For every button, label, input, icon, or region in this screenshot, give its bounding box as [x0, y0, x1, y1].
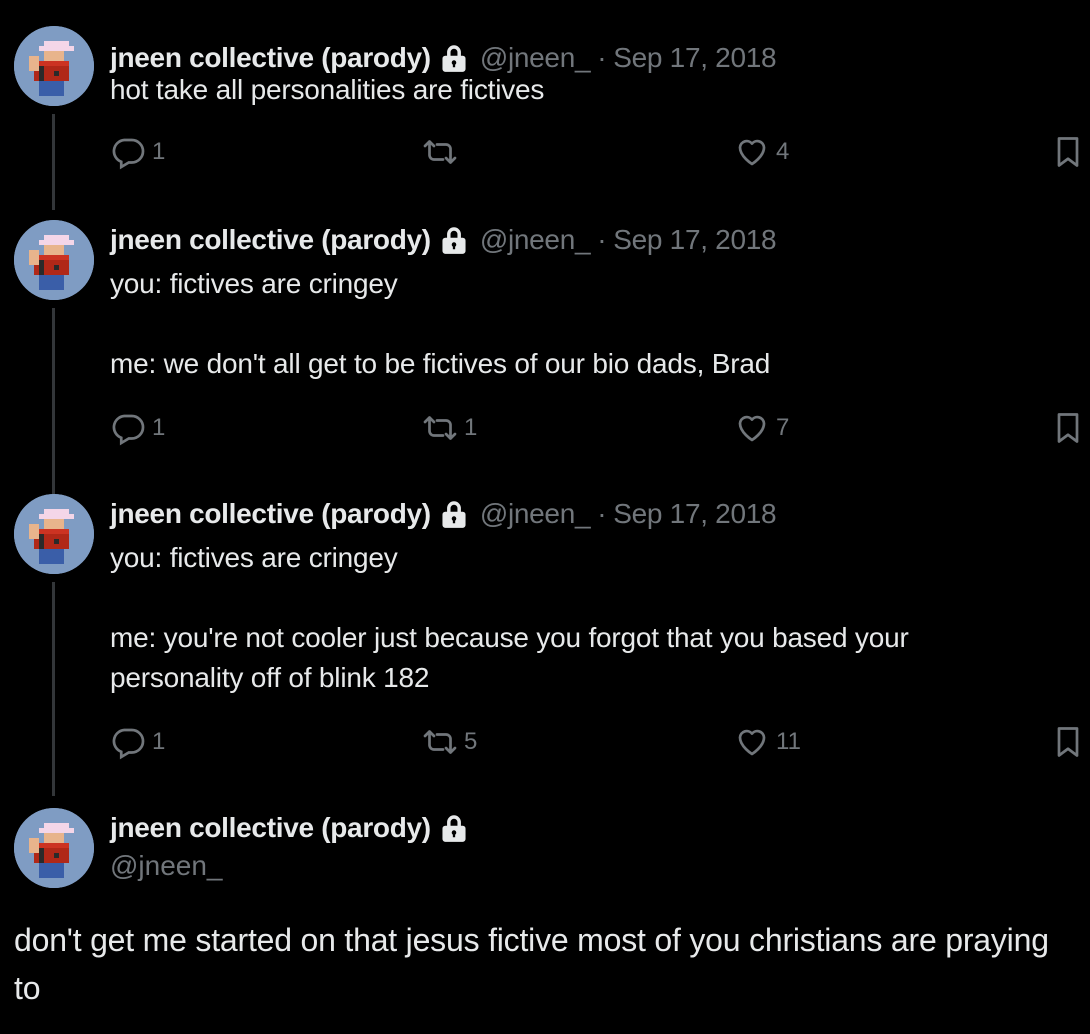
retweet-count: 5	[464, 728, 478, 755]
heart-icon	[738, 139, 766, 166]
bookmark-icon	[1057, 413, 1079, 443]
retweet-count: 1	[464, 414, 478, 441]
reply-button[interactable]: 1	[110, 132, 165, 172]
heart-icon	[738, 415, 766, 442]
heart-icon	[738, 729, 766, 756]
author-name[interactable]: jneen collective (parody)	[110, 498, 431, 530]
tweet-actions: 1 4	[110, 132, 1080, 172]
like-count: 11	[776, 728, 801, 755]
bookmark-icon	[1057, 137, 1079, 167]
reply-icon	[112, 138, 145, 170]
main-tweet-text: don't get me started on that jesus ficti…	[14, 922, 1049, 1006]
lock-icon	[440, 813, 468, 843]
bookmark-button[interactable]	[1050, 132, 1086, 172]
thread-line	[52, 114, 55, 210]
reply-button[interactable]: 1	[110, 722, 165, 762]
reply-count: 1	[152, 728, 166, 755]
avatar[interactable]	[14, 220, 94, 300]
pixel-art-cowboy-avatar-icon	[14, 220, 94, 300]
pixel-art-cowboy-avatar-icon	[14, 494, 94, 574]
like-button[interactable]: 4	[734, 132, 789, 172]
tweet-text: hot take all personalities are fictives	[110, 74, 545, 105]
reply-count: 1	[152, 414, 166, 441]
retweet-icon	[423, 730, 457, 754]
like-count: 7	[776, 414, 790, 441]
reply-button[interactable]: 1	[110, 408, 165, 448]
lock-icon	[440, 225, 468, 255]
retweet-icon	[423, 140, 457, 164]
avatar[interactable]	[14, 808, 94, 888]
thread-tweet-1[interactable]: jneen collective (parody) @jneen_ · Sep …	[0, 26, 1090, 210]
tweet-date[interactable]: Sep 17, 2018	[613, 224, 776, 256]
lock-icon	[440, 499, 468, 529]
avatar[interactable]	[14, 494, 94, 574]
separator-dot: ·	[597, 224, 607, 255]
tweet-header: jneen collective (parody) @jneen_ · Sep …	[110, 222, 777, 258]
thread-line	[52, 308, 55, 494]
bookmark-button[interactable]	[1050, 722, 1086, 762]
tweet-header: jneen collective (parody) @jneen_ · Sep …	[110, 496, 777, 532]
like-count: 4	[776, 138, 790, 165]
tweet-header: jneen collective (parody)	[110, 810, 480, 846]
author-name[interactable]: jneen collective (parody)	[110, 224, 431, 256]
reply-icon	[112, 414, 145, 446]
author-handle[interactable]: @jneen_	[480, 498, 591, 530]
lock-icon	[440, 43, 468, 73]
thread-line	[52, 582, 55, 796]
retweet-icon	[423, 416, 457, 440]
reply-icon	[112, 728, 145, 760]
retweet-button[interactable]	[422, 132, 464, 172]
tweet-date[interactable]: Sep 17, 2018	[613, 498, 776, 530]
tweet-text: you: fictives are cringey me: we don't a…	[110, 268, 771, 379]
thread-tweet-3[interactable]: jneen collective (parody) @jneen_ · Sep …	[0, 494, 1090, 804]
like-button[interactable]: 11	[734, 722, 801, 762]
separator-dot: ·	[597, 498, 607, 529]
pixel-art-cowboy-avatar-icon	[14, 26, 94, 106]
like-button[interactable]: 7	[734, 408, 789, 448]
bookmark-button[interactable]	[1050, 408, 1086, 448]
retweet-button[interactable]: 5	[422, 722, 477, 762]
pixel-art-cowboy-avatar-icon	[14, 808, 94, 888]
main-tweet[interactable]: jneen collective (parody) @jneen_ don't …	[0, 808, 1090, 1034]
avatar[interactable]	[14, 26, 94, 106]
bookmark-icon	[1057, 727, 1079, 757]
author-handle[interactable]: @jneen_	[480, 224, 591, 256]
tweet-actions: 1 5 11	[110, 722, 1080, 762]
tweet-text: you: fictives are cringey me: you're not…	[110, 542, 909, 693]
thread-tweet-2[interactable]: jneen collective (parody) @jneen_ · Sep …	[0, 220, 1090, 494]
tweet-actions: 1 1 7	[110, 408, 1080, 448]
author-name[interactable]: jneen collective (parody)	[110, 812, 431, 844]
retweet-button[interactable]: 1	[422, 408, 477, 448]
author-handle[interactable]: @jneen_	[110, 850, 223, 882]
reply-count: 1	[152, 138, 166, 165]
